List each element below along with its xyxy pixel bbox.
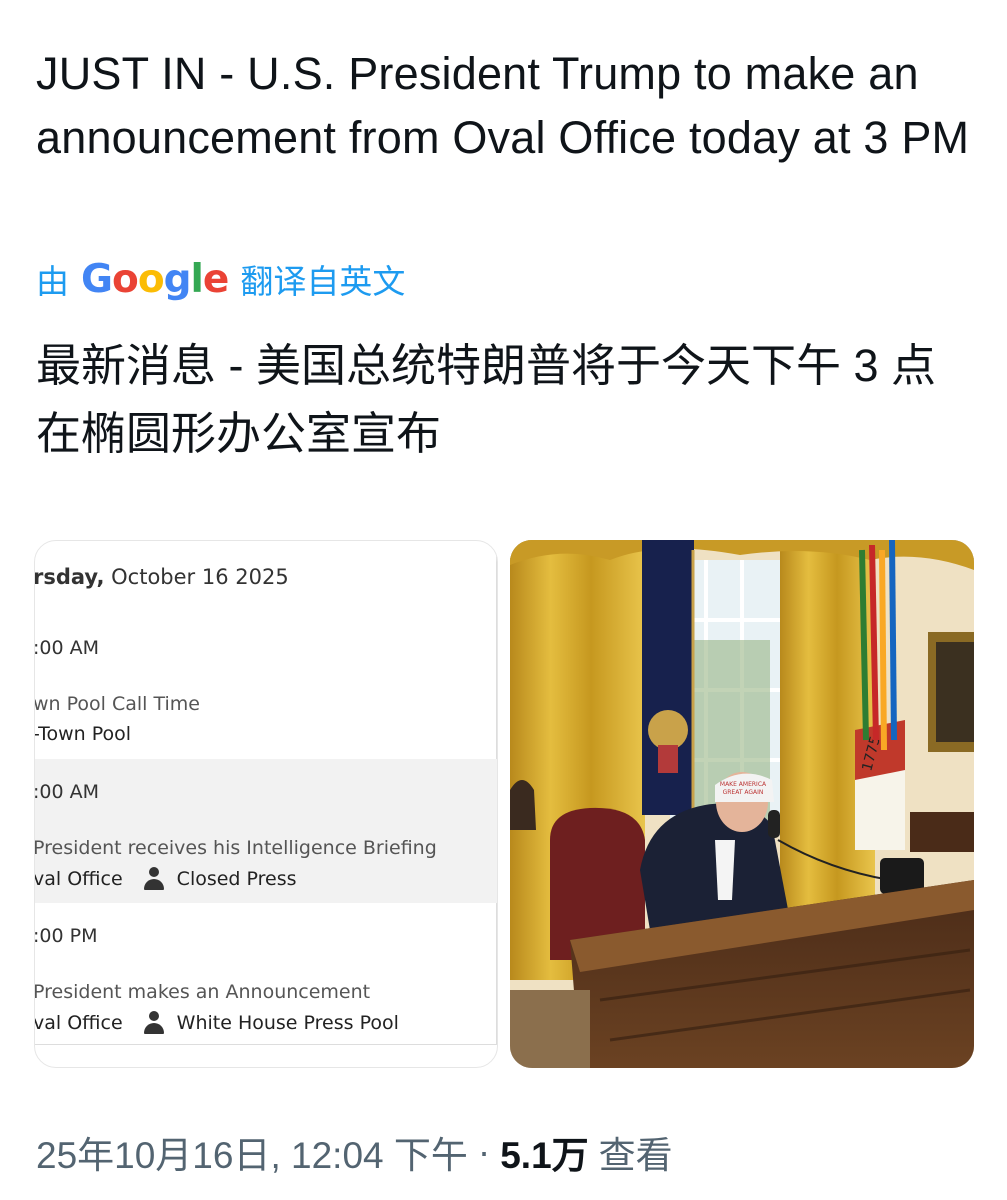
oval-office-photo[interactable]: 1775 MAKE AMERICA GREAT AGAIN <box>510 540 974 1068</box>
schedule-entry-time: :00 PM <box>34 925 98 947</box>
schedule-entry-event: wn Pool Call Time <box>34 693 200 715</box>
cap-text-line1: MAKE AMERICA <box>720 781 767 788</box>
schedule-entry-event: President makes an Announcement <box>34 981 371 1003</box>
schedule-entry-location-row: val Office Closed Press <box>34 867 297 891</box>
schedule-panel: rsday, October 16 2025 :00 AM wn Pool Ca… <box>35 541 497 1045</box>
schedule-screenshot-image[interactable]: rsday, October 16 2025 :00 AM wn Pool Ca… <box>34 540 498 1068</box>
schedule-date-header: rsday, October 16 2025 <box>34 565 289 589</box>
schedule-entry-location: val Office <box>34 1012 123 1034</box>
schedule-entry: :00 AM President receives his Intelligen… <box>35 759 497 903</box>
oval-office-photo-illustration: 1775 MAKE AMERICA GREAT AGAIN <box>510 540 974 1068</box>
translate-suffix-label: 翻译自英文 <box>240 263 406 300</box>
tweet-timestamp[interactable]: 25年10月16日, 12:04 下午 <box>36 1125 468 1179</box>
schedule-entry-press: Closed Press <box>176 868 297 890</box>
schedule-entry-press: White House Press Pool <box>176 1012 399 1034</box>
schedule-date-label: October 16 2025 <box>111 565 289 589</box>
meta-separator: · <box>477 1131 491 1172</box>
schedule-entry-event: President receives his Intelligence Brie… <box>34 837 437 859</box>
person-icon <box>143 867 165 891</box>
schedule-entry-location-row: val Office White House Press Pool <box>34 1011 399 1035</box>
schedule-entry: :00 PM President makes an Announcement v… <box>35 903 497 1045</box>
schedule-entry-time: :00 AM <box>34 637 100 659</box>
translated-tweet-text: 最新消息 - 美国总统特朗普将于今天下午 3 点在椭圆形办公室宣布 <box>36 340 937 459</box>
view-count-label: 查看 <box>598 1135 673 1176</box>
view-count[interactable]: 5.1万 <box>500 1125 588 1179</box>
schedule-entry-location: val Office <box>34 868 123 890</box>
tweet-media: rsday, October 16 2025 :00 AM wn Pool Ca… <box>34 540 974 1068</box>
translate-by-label: 由 <box>36 263 69 300</box>
schedule-day-label: rsday, <box>34 565 105 589</box>
person-icon <box>143 1011 165 1035</box>
google-logo-icon: Google <box>81 256 229 302</box>
cap-text-line2: GREAT AGAIN <box>723 789 764 796</box>
schedule-entry-time: :00 AM <box>34 781 100 803</box>
schedule-entry: :00 AM wn Pool Call Time -Town Pool <box>35 619 497 759</box>
schedule-entry-location: -Town Pool <box>34 723 132 745</box>
tweet-text: JUST IN - U.S. President Trump to make a… <box>36 48 970 163</box>
translation-attribution[interactable]: 由 Google 翻译自英文 <box>36 256 405 302</box>
tweet-meta: 25年10月16日, 12:04 下午 · 5.1万 查看 <box>36 1124 673 1180</box>
